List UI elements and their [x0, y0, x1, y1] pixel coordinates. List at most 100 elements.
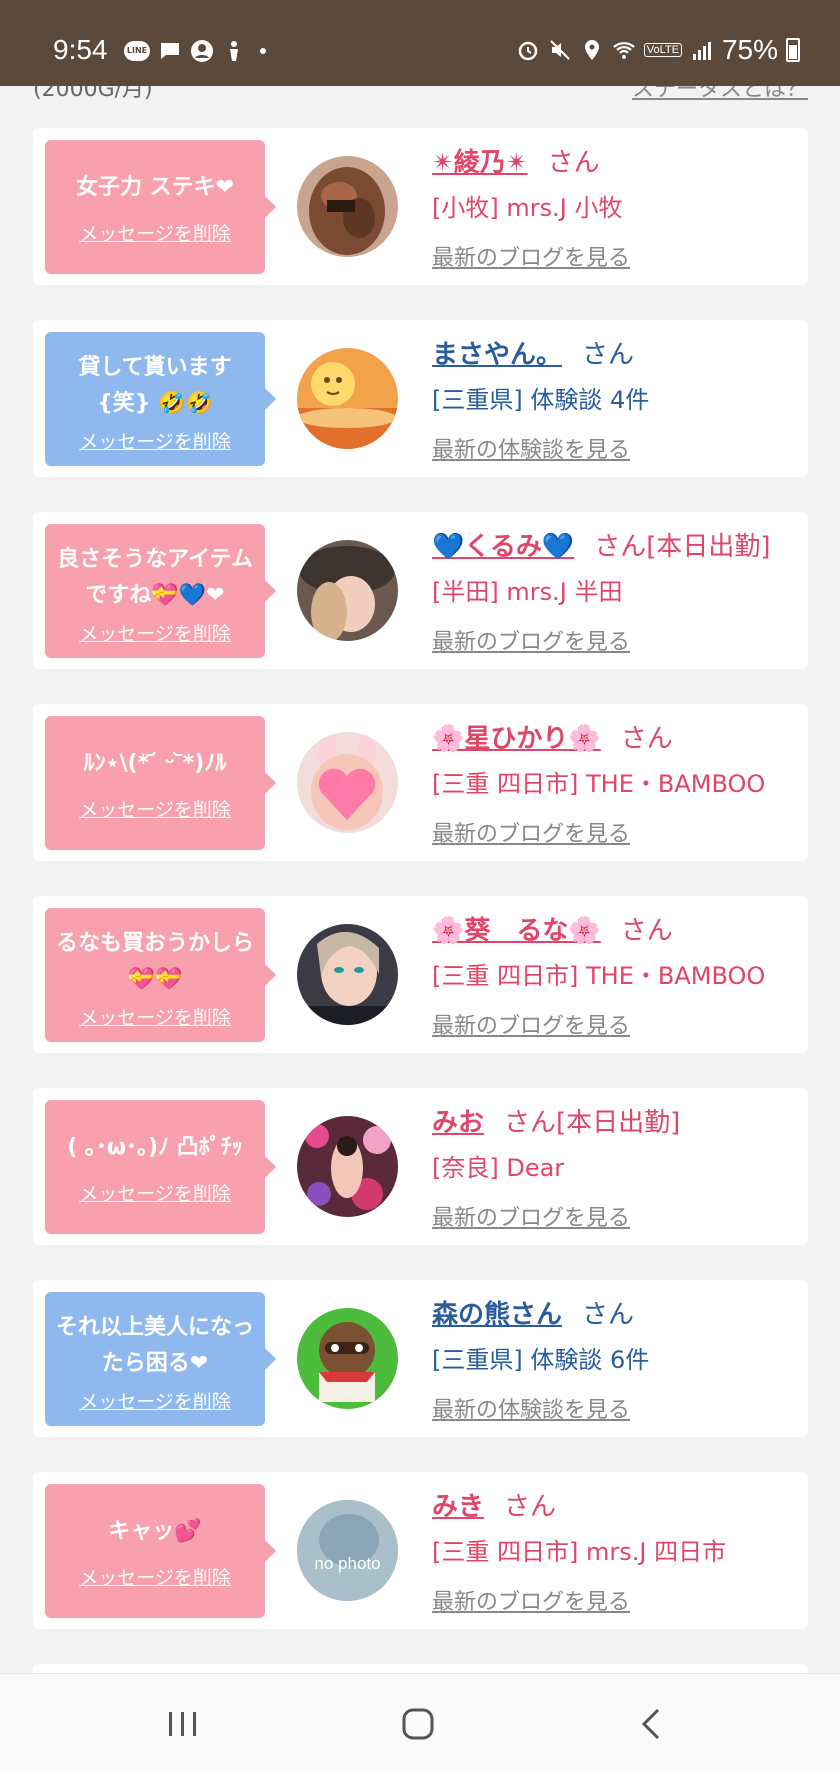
message-bubble: 女子力 ステキ❤ メッセージを削除 [45, 140, 276, 274]
shop-label: [三重 四日市] mrs.J 四日市 [432, 1538, 727, 1566]
list-item: 貸して貰います {笑} 🤣🤣 メッセージを削除 まさやん。 さん [三重県] 体験… [33, 320, 808, 477]
message-bubble: キャッ💕 メッセージを削除 [45, 1484, 276, 1618]
figure-icon [230, 41, 238, 61]
message-text: 良さそうなアイテムですね💝💙❤ [57, 547, 253, 608]
user-name-link[interactable]: 💙くるみ💙 [432, 532, 574, 562]
user-name-link[interactable]: みお [432, 1108, 484, 1138]
latest-blog-link[interactable]: 最新のブログを見る [432, 624, 630, 656]
review-count-label: [三重県] 体験談 4件 [432, 386, 650, 414]
list-item: ﾙﾝ⋆\(* ᷄ ᵕ ᷅*)ﾉﾙ メッセージを削除 🌸星ひかり🌸 さん [三重 四… [33, 704, 808, 861]
location-icon [584, 40, 599, 60]
shop-label: [三重 四日市] THE・BAMBOO [432, 770, 766, 798]
message-text: ( ｡･ω･｡)ﾉ 凸ﾎﾟﾁｯ [67, 1135, 243, 1160]
alarm-icon [518, 41, 537, 61]
avatar[interactable] [297, 732, 398, 833]
latest-blog-link[interactable]: 最新のブログを見る [432, 240, 630, 272]
mute-icon [550, 40, 570, 60]
list-item: るなも買おうかしら💝💝 メッセージを削除 🌸葵 るな🌸 さん [三重 四日市] T… [33, 896, 808, 1053]
name-row: 森の熊さん さん [432, 1294, 634, 1331]
avatar[interactable] [297, 1116, 398, 1217]
shop-label: [三重 四日市] THE・BAMBOO [432, 962, 766, 990]
latest-blog-link[interactable]: 最新のブログを見る [432, 1584, 630, 1616]
person-icon [191, 40, 213, 62]
message-text: るなも買おうかしら💝💝 [55, 931, 254, 992]
list-item: 女子力 ステキ❤ メッセージを削除 ✴綾乃✴ さん [小牧] mrs.J 小牧 最… [33, 128, 808, 285]
avatar[interactable]: no photo [297, 1500, 398, 1601]
message-text: それ以上美人になったら困る❤ [55, 1315, 254, 1376]
status-time: 9:54 [53, 34, 108, 65]
message-bubble: 良さそうなアイテムですね💝💙❤ メッセージを削除 [45, 524, 276, 658]
status-right: VoLTE 75% [516, 34, 800, 66]
latest-blog-link[interactable]: 最新のブログを見る [432, 1200, 630, 1232]
name-row: みき さん [432, 1486, 556, 1523]
name-suffix: さん [582, 340, 635, 370]
avatar[interactable] [297, 156, 398, 257]
message-text: ﾙﾝ⋆\(* ᷄ ᵕ ᷅*)ﾉﾙ [83, 751, 227, 776]
user-name-link[interactable]: まさやん。 [432, 340, 562, 370]
battery-icon [786, 38, 800, 62]
latest-review-link[interactable]: 最新の体験談を見る [432, 432, 630, 464]
chat-icon [161, 43, 179, 59]
review-count-label: [三重県] 体験談 6件 [432, 1346, 650, 1374]
notification-dot [260, 48, 266, 54]
message-bubble: それ以上美人になったら困る❤ メッセージを削除 [45, 1292, 276, 1426]
delete-message-link[interactable]: メッセージを削除 [45, 1563, 265, 1590]
delete-message-link[interactable]: メッセージを削除 [45, 795, 265, 822]
shop-label: [小牧] mrs.J 小牧 [432, 194, 623, 222]
message-bubble: ﾙﾝ⋆\(* ᷄ ᵕ ᷅*)ﾉﾙ メッセージを削除 [45, 716, 276, 850]
navigation-bar [0, 1673, 840, 1773]
name-row: みお さん[本日出勤] [432, 1102, 680, 1139]
delete-message-link[interactable]: メッセージを削除 [45, 1387, 265, 1414]
battery-percent: 75% [721, 34, 778, 65]
list-item: キャッ💕 メッセージを削除 no photo みき さん [三重 四日市] mrs… [33, 1472, 808, 1629]
list-item: 良さそうなアイテムですね💝💙❤ メッセージを削除 💙くるみ💙 さん[本日出勤] [… [33, 512, 808, 669]
user-name-link[interactable]: みき [432, 1492, 484, 1522]
delete-message-link[interactable]: メッセージを削除 [45, 1003, 265, 1030]
name-row: 💙くるみ💙 さん[本日出勤] [432, 526, 771, 563]
status-left-icons: LINE [124, 39, 266, 63]
avatar[interactable] [297, 348, 398, 449]
user-name-link[interactable]: 森の熊さん [432, 1300, 562, 1330]
avatar[interactable] [297, 540, 398, 641]
message-bubble: 貸して貰います {笑} 🤣🤣 メッセージを削除 [45, 332, 276, 466]
avatar[interactable] [297, 1308, 398, 1409]
user-name-link[interactable]: ✴綾乃✴ [432, 148, 528, 178]
recent-apps-icon[interactable] [163, 1704, 203, 1744]
volte-icon: VoLTE [643, 43, 682, 57]
message-bubble: るなも買おうかしら💝💝 メッセージを削除 [45, 908, 276, 1042]
name-suffix: さん[本日出勤] [504, 1108, 681, 1138]
wifi-icon [613, 42, 635, 59]
delete-message-link[interactable]: メッセージを削除 [45, 1179, 265, 1206]
name-row: 🌸葵 るな🌸 さん [432, 910, 673, 947]
no-photo-label: no photo [314, 1554, 381, 1573]
message-bubble: ( ｡･ω･｡)ﾉ 凸ﾎﾟﾁｯ メッセージを削除 [45, 1100, 276, 1234]
avatar[interactable] [297, 924, 398, 1025]
delete-message-link[interactable]: メッセージを削除 [45, 619, 265, 646]
list-item: それ以上美人になったら困る❤ メッセージを削除 森の熊さん さん [三重県] 体験… [33, 1280, 808, 1437]
name-suffix: さん [620, 724, 673, 754]
shop-label: [奈良] Dear [432, 1154, 565, 1182]
name-suffix: さん [547, 148, 600, 178]
name-suffix: さん[本日出勤] [594, 532, 771, 562]
delete-message-link[interactable]: メッセージを削除 [45, 427, 265, 454]
name-row: 🌸星ひかり🌸 さん [432, 718, 673, 755]
name-suffix: さん [504, 1492, 557, 1522]
latest-review-link[interactable]: 最新の体験談を見る [432, 1392, 630, 1424]
delete-message-link[interactable]: メッセージを削除 [45, 219, 265, 246]
latest-blog-link[interactable]: 最新のブログを見る [432, 1008, 630, 1040]
status-bar: 9:54 LINE VoLTE 75% [0, 0, 840, 86]
latest-blog-link[interactable]: 最新のブログを見る [432, 816, 630, 848]
message-text: キャッ💕 [108, 1519, 202, 1544]
name-suffix: さん [582, 1300, 635, 1330]
name-row: ✴綾乃✴ さん [432, 142, 600, 179]
name-suffix: さん [620, 916, 673, 946]
home-icon[interactable] [398, 1704, 438, 1744]
shop-label: [半田] mrs.J 半田 [432, 578, 623, 606]
user-name-link[interactable]: 🌸星ひかり🌸 [432, 724, 601, 754]
list-item: ( ｡･ω･｡)ﾉ 凸ﾎﾟﾁｯ メッセージを削除 みお さん[本日出勤] [奈良]… [33, 1088, 808, 1245]
user-name-link[interactable]: 🌸葵 るな🌸 [432, 916, 601, 946]
line-icon: LINE [124, 41, 150, 61]
message-text: 女子力 ステキ❤ [75, 175, 235, 200]
message-text: 貸して貰います {笑} 🤣🤣 [78, 355, 232, 416]
back-icon[interactable] [632, 1704, 672, 1744]
